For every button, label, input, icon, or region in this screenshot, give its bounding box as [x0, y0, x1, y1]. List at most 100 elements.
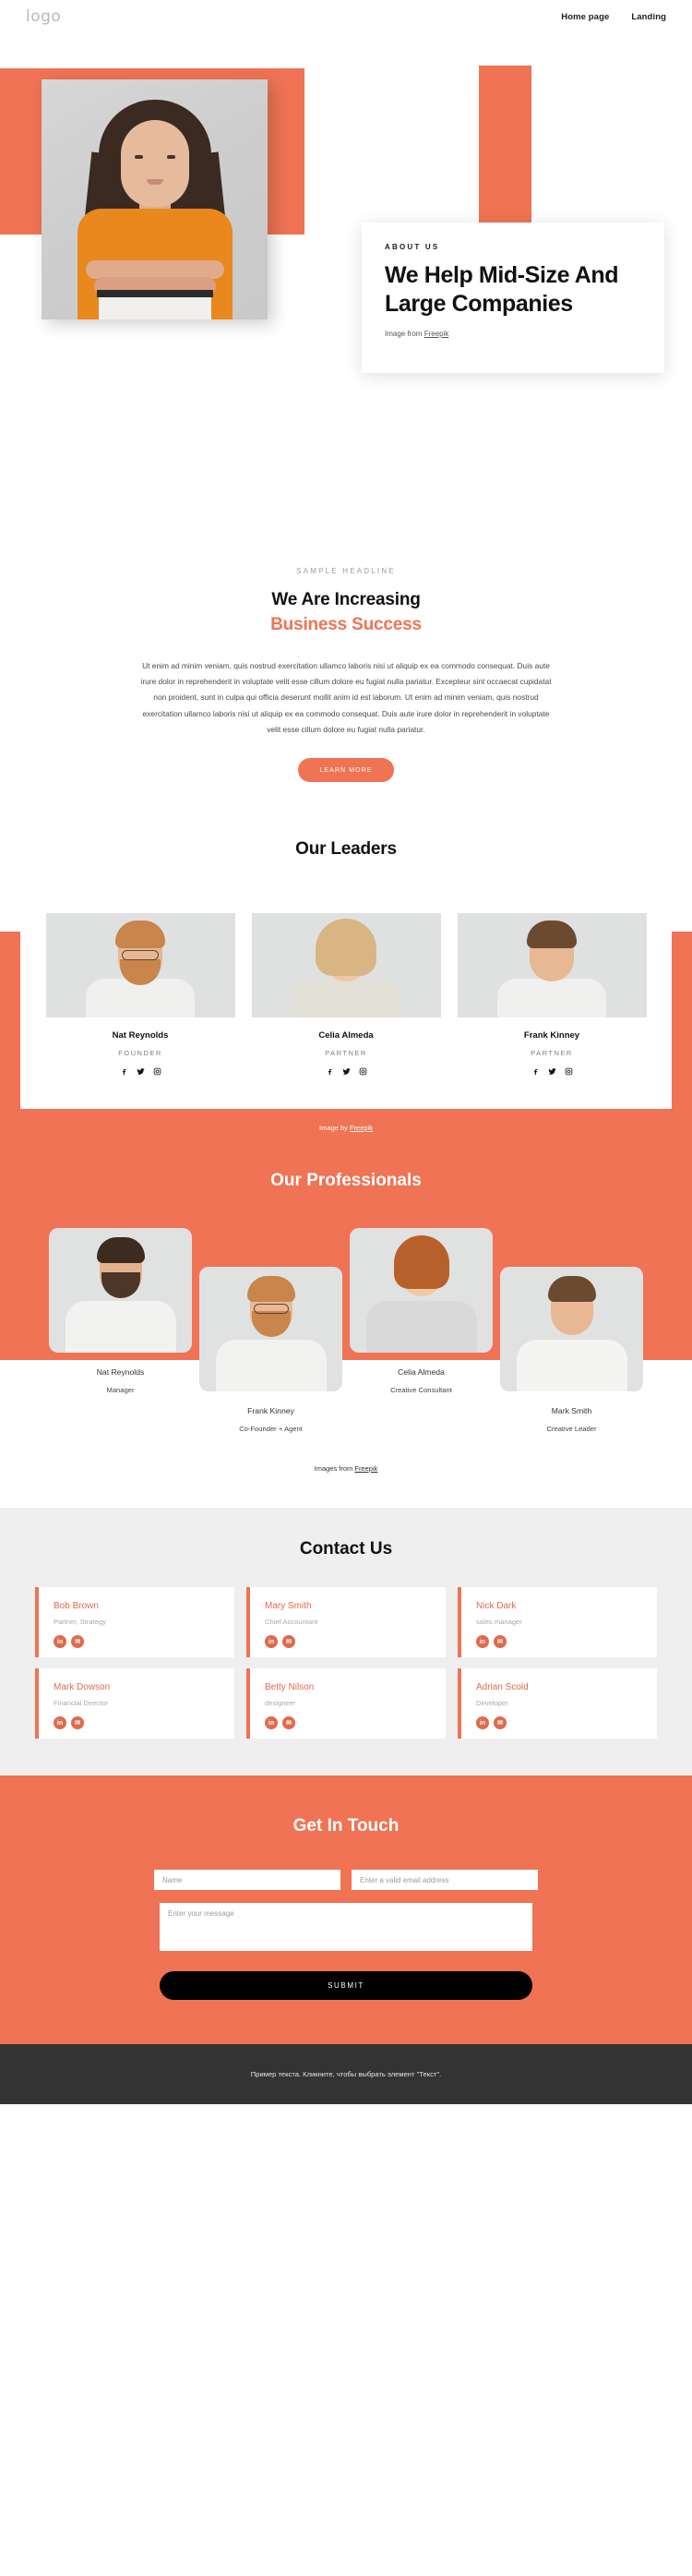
form-row-message — [0, 1903, 692, 1952]
form-row-top — [0, 1870, 692, 1891]
twitter-icon[interactable] — [547, 1067, 556, 1077]
twitter-icon[interactable] — [136, 1067, 145, 1077]
professional-role: Creative Leader — [546, 1425, 597, 1434]
linkedin-icon[interactable]: in — [265, 1635, 278, 1649]
contact-cards-grid: Bob Brown Partner, Strategy in ✉ Mary Sm… — [0, 1587, 692, 1739]
professionals-credit-prefix: Images from — [314, 1464, 355, 1474]
professional-photo-hair — [246, 1276, 295, 1303]
nav-item-home-page[interactable]: Home page — [561, 12, 609, 22]
landing-page: logo Home page Landing ABOUT US We Help — [0, 0, 692, 2105]
contact-name: Mary Smith — [265, 1601, 312, 1612]
increasing-body-text: Ut enim ad minim veniam, quis nostrud ex… — [140, 660, 552, 734]
leaders-section: Our Leaders Nat Reynolds FOUNDER Celia A… — [0, 823, 692, 1163]
leader-photo-body — [497, 979, 606, 1018]
contact-name: Mark Dowson — [54, 1682, 111, 1693]
hero-photo-pants — [98, 295, 211, 319]
professional-photo-hair — [547, 1276, 596, 1303]
name-input[interactable] — [154, 1870, 340, 1891]
increasing-title-line2: Business Success — [270, 614, 422, 634]
leaders-card-row: Nat Reynolds FOUNDER Celia Almeda PARTNE… — [20, 887, 672, 1110]
hero-title: We Help Mid-Size And Large Companies — [385, 262, 619, 317]
leaders-title: Our Leaders — [295, 839, 397, 860]
leader-photo — [251, 913, 441, 1018]
leader-photo-hair — [527, 921, 577, 949]
site-footer: Пример текста. Кликните, чтобы выбрать э… — [0, 2044, 692, 2105]
leaders-image-credit: Image by Freepik — [0, 1109, 692, 1132]
hero-text-card: ABOUT US We Help Mid-Size And Large Comp… — [362, 223, 664, 373]
contact-card[interactable]: Adrian Scold Developer in ✉ — [458, 1668, 657, 1739]
professional-card: Nat Reynolds Manager — [49, 1228, 192, 1433]
email-icon[interactable]: ✉ — [71, 1635, 84, 1649]
contact-icons: in ✉ — [54, 1716, 220, 1730]
hero-photo-belt — [96, 290, 213, 297]
professional-photo-body — [65, 1301, 176, 1354]
professionals-image-credit: Images from Freepik — [0, 1464, 692, 1473]
professional-photo — [350, 1228, 493, 1354]
email-input[interactable] — [352, 1870, 538, 1891]
nav-item-landing[interactable]: Landing — [631, 12, 666, 22]
contact-role: Partner, Strategy — [54, 1618, 106, 1627]
facebook-icon[interactable] — [120, 1067, 128, 1077]
leader-name: Nat Reynolds — [112, 1030, 169, 1041]
contact-card[interactable]: Mary Smith Chief Accountant in ✉ — [246, 1587, 446, 1658]
facebook-icon[interactable] — [326, 1067, 334, 1077]
contact-card[interactable]: Mark Dowson Financial Director in ✉ — [35, 1668, 234, 1739]
hero-photo-eye-left — [134, 155, 143, 159]
submit-button[interactable]: SUBMIT — [160, 1971, 532, 2001]
leader-photo-hair — [115, 921, 165, 949]
twitter-icon[interactable] — [341, 1067, 351, 1077]
professional-photo — [49, 1228, 192, 1354]
professionals-credit-link[interactable]: Freepik — [354, 1464, 377, 1473]
contact-name: Adrian Scold — [476, 1682, 529, 1693]
instagram-icon[interactable] — [153, 1067, 161, 1077]
contact-icons: in ✉ — [476, 1635, 642, 1649]
email-icon[interactable]: ✉ — [282, 1716, 295, 1730]
leader-name: Frank Kinney — [523, 1030, 580, 1041]
professional-photo-body — [365, 1301, 477, 1354]
hero-credit-link[interactable]: Freepik — [424, 330, 449, 338]
leaders-credit-prefix: Image by — [319, 1124, 350, 1133]
contact-icons: in ✉ — [476, 1716, 642, 1730]
professional-photo-hair — [393, 1235, 449, 1290]
contact-card[interactable]: Bob Brown Partner, Strategy in ✉ — [35, 1587, 234, 1658]
contact-role: Financial Director — [54, 1699, 109, 1708]
linkedin-icon[interactable]: in — [476, 1635, 489, 1649]
linkedin-icon[interactable]: in — [54, 1716, 66, 1730]
linkedin-icon[interactable]: in — [54, 1635, 66, 1649]
professional-card: Mark Smith Creative Leader — [500, 1267, 643, 1433]
professional-photo-hair — [96, 1237, 145, 1264]
professional-photo — [199, 1267, 342, 1392]
leaders-credit-link[interactable]: Freepik — [350, 1124, 373, 1132]
facebook-icon[interactable] — [531, 1067, 540, 1077]
leader-socials — [252, 1067, 441, 1077]
hero-photo-face — [120, 120, 189, 207]
contact-icons: in ✉ — [265, 1716, 431, 1730]
email-icon[interactable]: ✉ — [494, 1635, 507, 1649]
professional-role: Manager — [106, 1386, 135, 1395]
increasing-eyebrow: SAMPLE HEADLINE — [296, 567, 396, 575]
leader-photo-hair — [316, 919, 376, 977]
linkedin-icon[interactable]: in — [476, 1716, 489, 1730]
professional-role: Co-Founder + Agent — [239, 1425, 303, 1434]
linkedin-icon[interactable]: in — [265, 1716, 278, 1730]
professional-name: Celia Almeda — [398, 1367, 445, 1378]
email-icon[interactable]: ✉ — [282, 1635, 295, 1649]
instagram-icon[interactable] — [565, 1067, 573, 1077]
contact-card[interactable]: Betty Nilson designeer in ✉ — [246, 1668, 446, 1739]
instagram-icon[interactable] — [359, 1067, 367, 1077]
professional-card: Frank Kinney Co-Founder + Agent — [199, 1267, 342, 1433]
professional-photo-beard — [101, 1272, 140, 1299]
leader-card: Frank Kinney PARTNER — [457, 913, 647, 1077]
site-logo[interactable]: logo — [26, 7, 61, 26]
professional-photo-glasses — [253, 1304, 289, 1315]
footer-text: Пример текста. Кликните, чтобы выбрать э… — [250, 2070, 442, 2079]
email-icon[interactable]: ✉ — [71, 1716, 84, 1730]
email-icon[interactable]: ✉ — [494, 1716, 507, 1730]
contact-role: designeer — [265, 1699, 296, 1708]
contact-card[interactable]: Nick Dark sales manager in ✉ — [458, 1587, 657, 1658]
leader-role: PARTNER — [325, 1049, 367, 1058]
message-textarea[interactable] — [160, 1903, 532, 1952]
contact-name: Nick Dark — [476, 1601, 517, 1612]
learn-more-button[interactable]: LEARN MORE — [298, 758, 394, 783]
contact-icons: in ✉ — [265, 1635, 431, 1649]
